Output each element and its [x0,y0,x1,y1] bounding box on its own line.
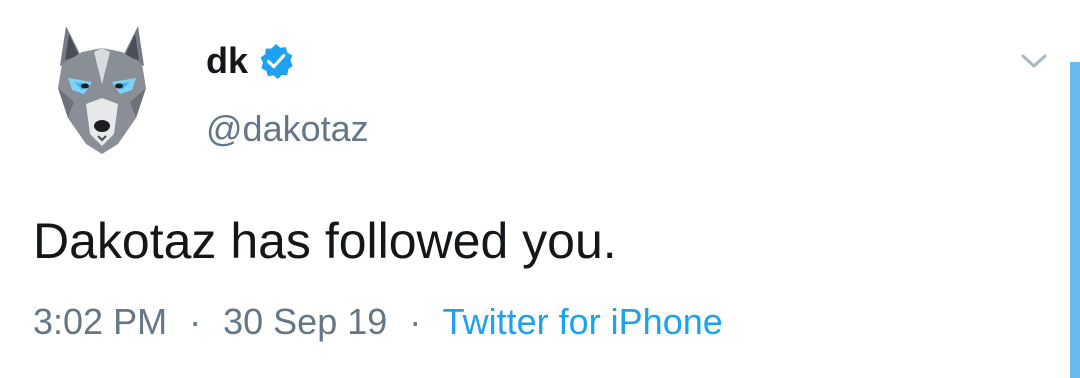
tweet-meta: 3:02 PM · 30 Sep 19 · Twitter for iPhone [33,300,723,344]
user-handle[interactable]: @dakotaz [206,107,369,151]
author-name-row[interactable]: dk [206,38,294,84]
scroll-indicator[interactable] [1070,62,1080,378]
tweet-time[interactable]: 3:02 PM [33,301,167,342]
verified-badge-icon [260,44,293,79]
wolf-avatar-icon [58,26,146,154]
display-name[interactable]: dk [206,38,248,84]
meta-separator: · [409,301,422,342]
tweet-date[interactable]: 30 Sep 19 [223,301,387,342]
tweet-source-link[interactable]: Twitter for iPhone [443,301,723,342]
tweet-text: Dakotaz has followed you. [33,213,617,269]
tweet-card: dk @dakotaz Dakotaz has followed you. 3:… [0,0,1080,378]
chevron-down-icon[interactable] [1016,46,1052,76]
meta-separator: · [189,301,202,342]
avatar[interactable] [52,22,152,158]
